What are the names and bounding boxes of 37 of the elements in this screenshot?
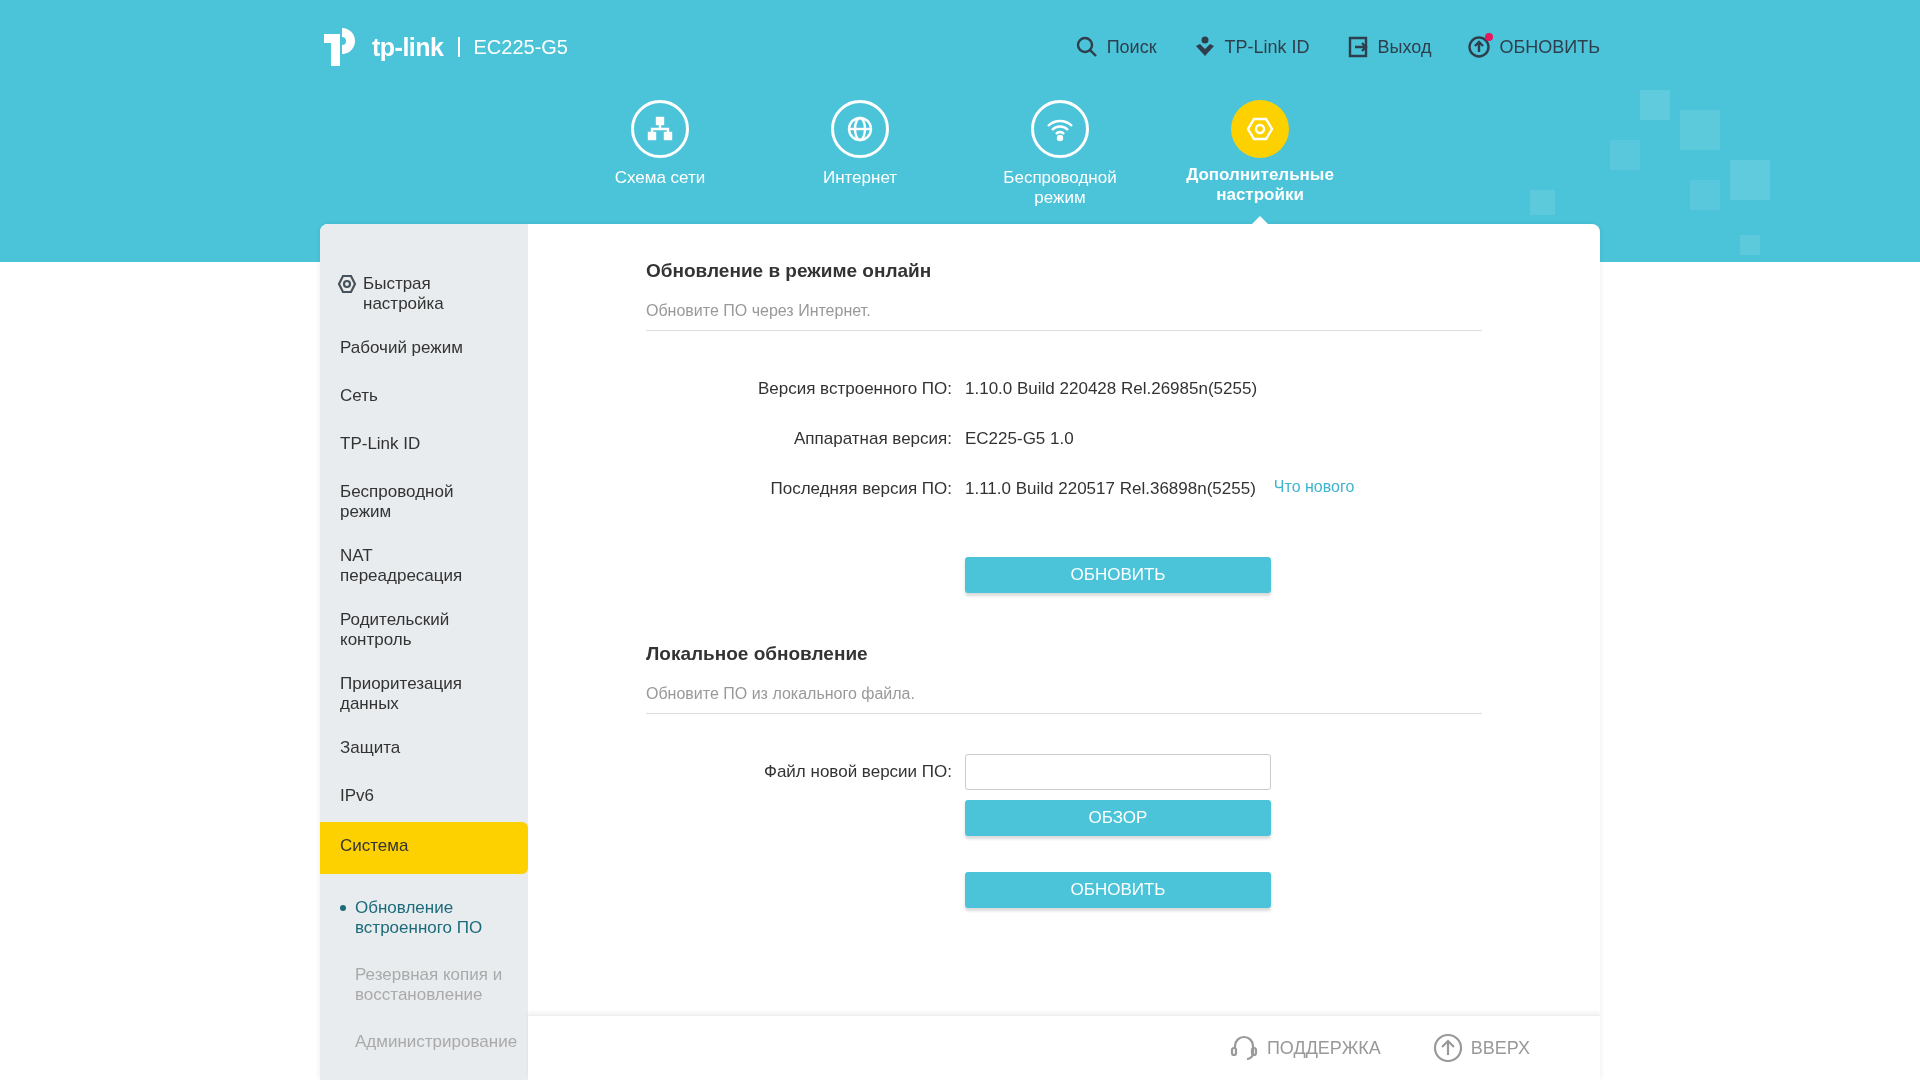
sidebar-item[interactable]: Беспроводной режим — [320, 470, 528, 534]
search-icon — [1074, 35, 1099, 59]
headset-icon — [1228, 1033, 1259, 1063]
sidebar-item[interactable]: Защита — [320, 726, 528, 774]
globe-icon — [845, 114, 875, 144]
section-subtitle: Обновите ПО из локального файла. — [646, 685, 1482, 714]
header-link[interactable]: TP-Link ID — [1192, 35, 1310, 59]
sidebar-item[interactable]: Рабочий режим — [320, 326, 528, 374]
header-link[interactable]: Поиск — [1074, 35, 1157, 59]
section-title: Обновление в режиме онлайн — [646, 260, 933, 282]
field-label: Файл новой версии ПО: — [764, 762, 952, 781]
field-value: 1.10.0 Build 220428 Rel.26985n(5255) — [965, 379, 1258, 399]
sidebar-item[interactable]: Система — [320, 822, 528, 874]
field-label: Версия встроенного ПО: — [757, 379, 952, 398]
sidebar-item[interactable]: Приоритезация данных — [320, 662, 528, 726]
field-value: EC225-G5 1.0 — [965, 429, 1074, 449]
model-name: EC225-G5 — [473, 35, 568, 59]
section-subtitle: Обновите ПО через Интернет. — [646, 302, 1482, 331]
sidebar-subitem[interactable]: Обновление встроенного ПО — [320, 898, 528, 938]
file-input-field[interactable] — [965, 754, 1271, 790]
sidebar-item[interactable]: Быстрая настройка — [320, 262, 528, 326]
sidebar-item[interactable]: Родительский контроль — [320, 598, 528, 662]
field-value: 1.11.0 Build 220517 Rel.36898n(5255) — [965, 479, 1256, 499]
arrow-up-icon — [1432, 1033, 1463, 1063]
sidebar-item[interactable]: IPv6 — [320, 774, 528, 822]
header-link[interactable]: ОБНОВИТЬ — [1467, 35, 1600, 59]
sidebar-item[interactable]: Сеть — [320, 374, 528, 422]
sidebar-item[interactable]: NAT переадресация — [320, 534, 528, 598]
section-title: Локальное обновление — [646, 643, 869, 665]
footer-link[interactable]: ПОДДЕРЖКА — [1228, 1033, 1381, 1063]
sidebar-item[interactable]: TP-Link ID — [320, 422, 528, 470]
footer-link[interactable]: ВВЕРХ — [1432, 1033, 1530, 1063]
header-link[interactable]: Выход — [1345, 35, 1432, 59]
gear-icon — [337, 274, 357, 294]
field-label: Аппаратная версия: — [794, 429, 952, 448]
field-label: Последняя версия ПО: — [770, 479, 952, 498]
brand-name: tp-link — [372, 32, 444, 62]
